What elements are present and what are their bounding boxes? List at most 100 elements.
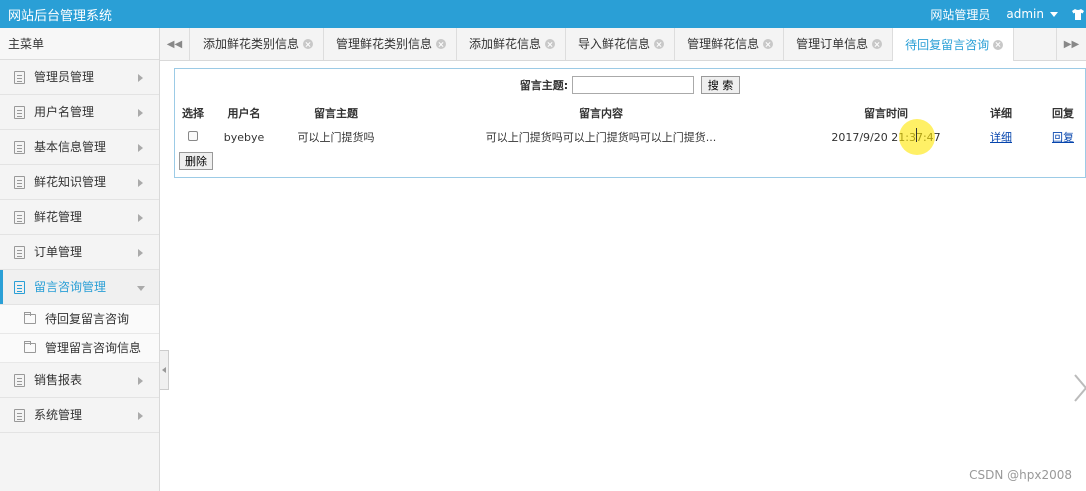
- column-header-username: 用户名: [227, 107, 261, 120]
- row-content: 可以上门提货吗可以上门提货吗可以上门提货...: [485, 131, 717, 144]
- row-select-cell: [179, 123, 207, 151]
- row-username: byebye: [223, 130, 265, 144]
- document-icon: [14, 409, 25, 422]
- column-header-time: 留言时间: [864, 107, 908, 120]
- document-icon: [14, 71, 25, 84]
- sidebar-item-sales-report[interactable]: 销售报表: [0, 363, 159, 398]
- sidebar-item-label: 鲜花管理: [34, 210, 83, 224]
- sidebar-subitem-label: 待回复留言咨询: [45, 312, 130, 326]
- chevron-right-icon: [138, 249, 143, 257]
- search-row: 留言主题: 搜 索: [175, 76, 1085, 96]
- sidebar-subitem-label: 管理留言咨询信息: [45, 341, 142, 355]
- sidebar-item-system[interactable]: 系统管理: [0, 398, 159, 433]
- document-icon: [14, 211, 25, 224]
- sidebar-item-label: 系统管理: [34, 408, 83, 422]
- message-panel: 留言主题: 搜 索 选择 用户名 留言主题 留言内容 留言时间 详细 回复 by…: [174, 68, 1086, 178]
- tab-label: 管理鲜花信息: [687, 37, 760, 51]
- chevron-right-icon: [138, 144, 143, 152]
- table-header-row: 选择 用户名 留言主题 留言内容 留言时间 详细 回复: [179, 103, 1085, 123]
- chevron-right-icon: [138, 74, 143, 82]
- tab-pending-messages[interactable]: 待回复留言咨询: [893, 28, 1015, 61]
- close-icon[interactable]: [545, 39, 556, 49]
- sidebar: 主菜单 管理员管理 用户名管理 基本信息管理 鲜花知识管理 鲜花管理 订单管理 …: [0, 28, 160, 491]
- text-cursor-icon: [916, 128, 918, 142]
- sidebar-item-flowers[interactable]: 鲜花管理: [0, 200, 159, 235]
- tab-manage-flower[interactable]: 管理鲜花信息: [675, 28, 785, 60]
- chevron-right-icon: [138, 377, 143, 385]
- document-icon: [14, 246, 25, 259]
- column-header-content: 留言内容: [579, 107, 623, 120]
- subject-search-input[interactable]: [571, 76, 694, 94]
- column-header-subject: 留言主题: [314, 107, 358, 120]
- message-table: 选择 用户名 留言主题 留言内容 留言时间 详细 回复 byebye 可以上门提…: [179, 103, 1085, 151]
- sidebar-collapse-handle[interactable]: [160, 350, 169, 390]
- sidebar-item-basic-info[interactable]: 基本信息管理: [0, 130, 159, 165]
- chevron-right-icon: [138, 109, 143, 117]
- role-label: 网站管理员: [930, 7, 991, 22]
- tab-scroll-right-button[interactable]: ▶▶: [1056, 28, 1086, 60]
- sidebar-subitem-manage-messages[interactable]: 管理留言咨询信息: [0, 334, 159, 363]
- document-icon: [14, 374, 25, 387]
- row-subject: 可以上门提货吗: [297, 131, 375, 144]
- sidebar-item-label: 订单管理: [34, 245, 83, 259]
- sidebar-item-orders[interactable]: 订单管理: [0, 235, 159, 270]
- close-icon[interactable]: [436, 39, 447, 49]
- chevron-down-icon[interactable]: [1050, 11, 1058, 17]
- column-header-select: 选择: [182, 107, 204, 120]
- sidebar-item-admin[interactable]: 管理员管理: [0, 60, 159, 95]
- table-row: byebye 可以上门提货吗 可以上门提货吗可以上门提货吗可以上门提货... 2…: [179, 123, 1085, 151]
- document-icon: [14, 281, 25, 294]
- tab-label: 管理订单信息: [796, 37, 869, 51]
- tab-manage-flower-category[interactable]: 管理鲜花类别信息: [324, 28, 458, 60]
- detail-link[interactable]: 详细: [990, 131, 1012, 144]
- sidebar-header: 主菜单: [0, 28, 159, 60]
- column-header-detail: 详细: [990, 107, 1012, 120]
- search-label: 留言主题:: [519, 79, 569, 92]
- tab-add-flower-category[interactable]: 添加鲜花类别信息: [191, 28, 325, 60]
- user-menu[interactable]: admin: [1006, 7, 1044, 21]
- sidebar-item-label: 管理员管理: [34, 70, 95, 84]
- tab-scroll-left-button[interactable]: ◀◀: [160, 28, 190, 60]
- tab-label: 待回复留言咨询: [905, 37, 990, 52]
- chevron-right-icon: [138, 412, 143, 420]
- watermark: CSDN @hpx2008: [969, 468, 1072, 482]
- document-icon: [14, 106, 25, 119]
- row-checkbox[interactable]: [188, 130, 198, 141]
- sidebar-item-flower-knowledge[interactable]: 鲜花知识管理: [0, 165, 159, 200]
- shirt-icon[interactable]: [1072, 8, 1084, 20]
- sidebar-item-messages[interactable]: 留言咨询管理: [0, 270, 159, 305]
- search-button[interactable]: 搜 索: [700, 76, 741, 94]
- sidebar-item-label: 销售报表: [34, 373, 83, 387]
- tab-label: 管理鲜花类别信息: [336, 37, 433, 51]
- close-icon[interactable]: [763, 39, 774, 49]
- document-icon: [14, 141, 25, 154]
- reply-link[interactable]: 回复: [1052, 131, 1074, 144]
- sidebar-item-label: 留言咨询管理: [34, 280, 107, 294]
- chevron-right-icon[interactable]: [1073, 374, 1086, 402]
- app-title: 网站后台管理系统: [8, 9, 113, 24]
- close-icon[interactable]: [654, 39, 665, 49]
- sidebar-item-users[interactable]: 用户名管理: [0, 95, 159, 130]
- row-detail-cell: 详细: [961, 123, 1041, 151]
- chevron-right-icon: [138, 214, 143, 222]
- delete-button[interactable]: 删除: [179, 152, 213, 170]
- chevron-right-icon: [138, 179, 143, 187]
- tab-label: 导入鲜花信息: [578, 37, 651, 51]
- row-time: 2017/9/20 21:37:47: [831, 130, 941, 144]
- sidebar-item-label: 基本信息管理: [34, 140, 107, 154]
- top-bar-right: 网站管理员 admin: [930, 0, 1086, 28]
- close-icon[interactable]: [993, 39, 1004, 50]
- tab-import-flower[interactable]: 导入鲜花信息: [566, 28, 676, 60]
- folder-icon: [24, 341, 36, 353]
- sidebar-item-label: 用户名管理: [34, 105, 95, 119]
- top-bar: 网站后台管理系统 网站管理员 admin: [0, 0, 1086, 28]
- sidebar-subitem-pending-messages[interactable]: 待回复留言咨询: [0, 305, 159, 334]
- document-icon: [14, 176, 25, 189]
- chevron-down-icon: [137, 286, 145, 291]
- close-icon[interactable]: [872, 39, 883, 49]
- tab-manage-orders[interactable]: 管理订单信息: [784, 28, 894, 60]
- tab-add-flower[interactable]: 添加鲜花信息: [457, 28, 567, 60]
- close-icon[interactable]: [303, 39, 314, 49]
- column-header-reply: 回复: [1052, 107, 1074, 120]
- row-reply-cell: 回复: [1041, 123, 1085, 151]
